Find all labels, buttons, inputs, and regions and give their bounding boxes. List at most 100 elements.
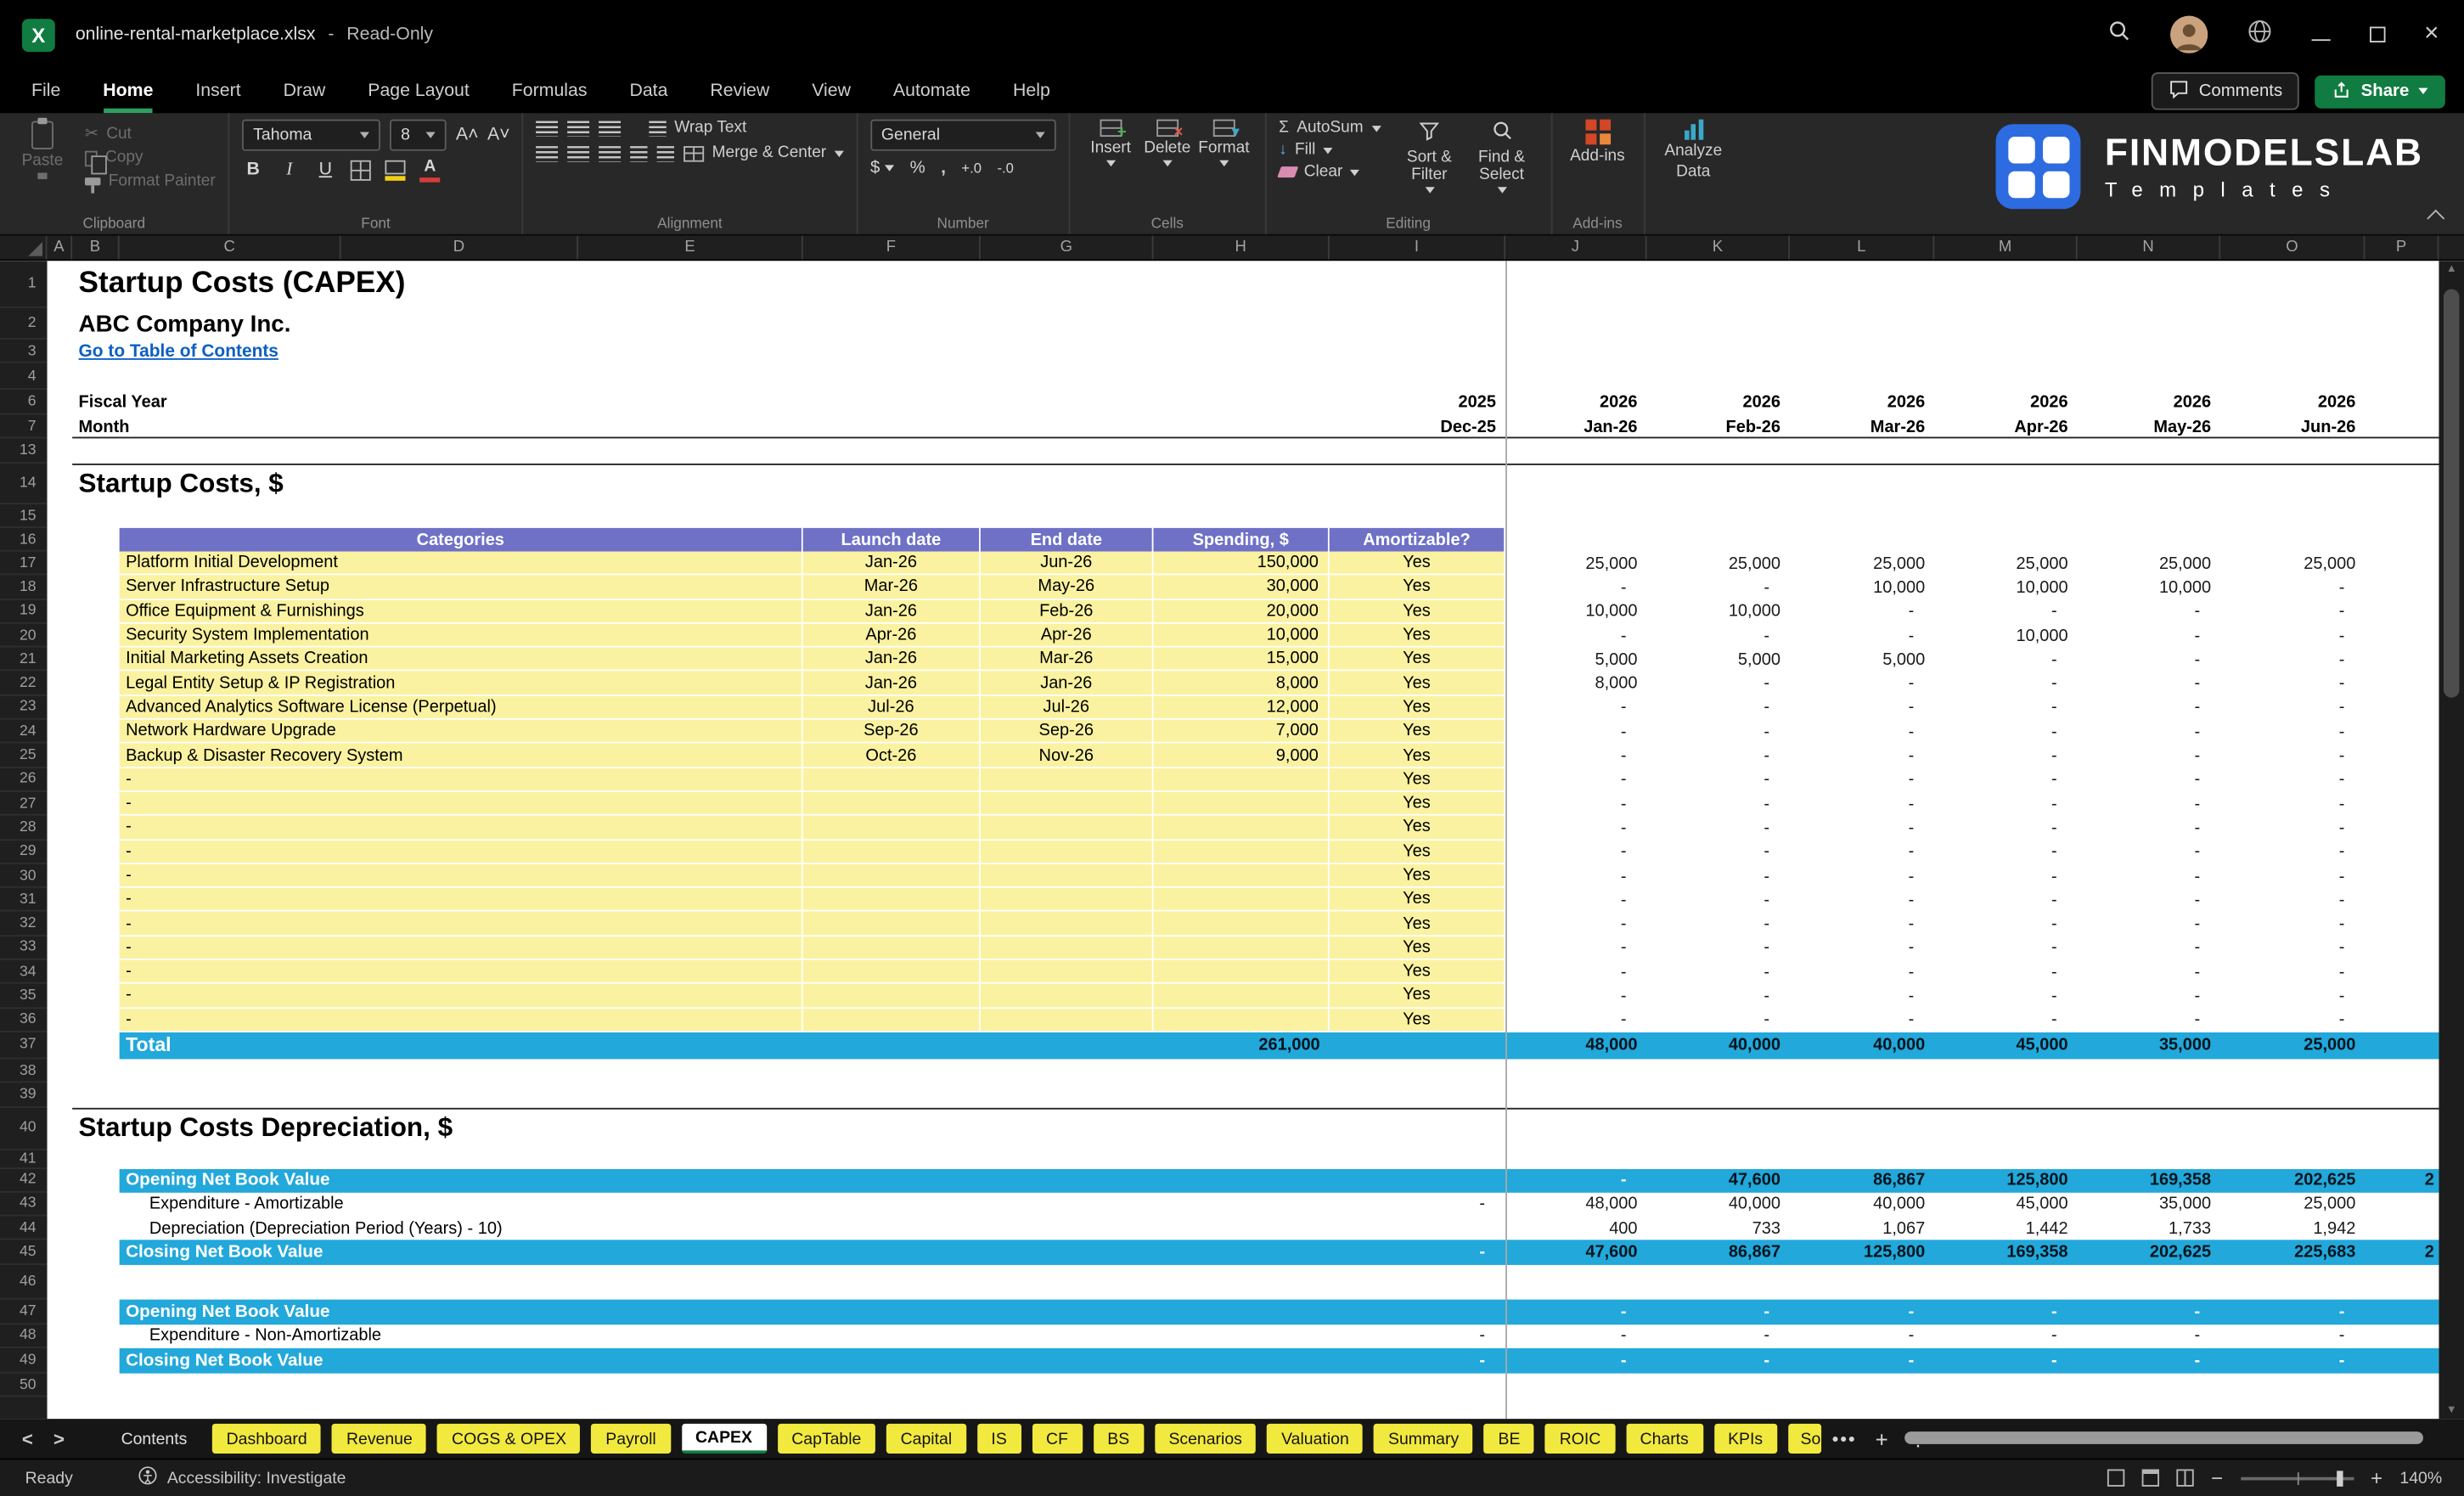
month-value-cell[interactable]: -: [1934, 792, 2077, 816]
month-value-cell[interactable]: -: [1934, 672, 2077, 695]
launch-date-cell[interactable]: Apr-26: [802, 623, 981, 648]
sheet-tab-contents[interactable]: Contents: [107, 1424, 201, 1454]
category-cell[interactable]: -: [119, 840, 803, 864]
month-value-cell[interactable]: -: [2078, 888, 2220, 912]
amortizable-cell[interactable]: Yes: [1329, 719, 1506, 745]
depreciation-value-cell[interactable]: -: [1790, 1300, 1934, 1324]
month-value-cell[interactable]: -: [1647, 768, 1790, 791]
row-header-41[interactable]: 41: [0, 1150, 48, 1169]
paste-button[interactable]: Paste: [13, 117, 72, 211]
spending-cell[interactable]: 7,000: [1153, 719, 1330, 745]
depreciation-value-cell[interactable]: -: [1330, 1348, 1505, 1374]
month-value-cell[interactable]: -: [1790, 768, 1934, 791]
month-value-cell[interactable]: -: [1790, 912, 1934, 936]
month-value-cell[interactable]: -: [1647, 984, 1790, 1008]
row-header-38[interactable]: 38: [0, 1059, 48, 1083]
end-date-cell[interactable]: [980, 1008, 1154, 1032]
spending-cell[interactable]: 10,000: [1153, 623, 1330, 648]
amortizable-cell[interactable]: Yes: [1329, 984, 1506, 1009]
end-date-cell[interactable]: Jul-26: [980, 695, 1154, 720]
depreciation-value-cell[interactable]: -: [1647, 1300, 1790, 1324]
end-date-cell[interactable]: [980, 791, 1154, 817]
month-value-cell[interactable]: 5,000: [1647, 648, 1790, 672]
depreciation-value-cell[interactable]: -: [1505, 1324, 1647, 1348]
row-header-49[interactable]: 49: [0, 1348, 48, 1374]
delete-cells-button[interactable]: × Delete: [1139, 119, 1195, 211]
month-value-cell[interactable]: -: [2078, 624, 2220, 648]
month-value-cell[interactable]: 10,000: [1934, 624, 2077, 648]
month-value-cell[interactable]: -: [1647, 888, 1790, 912]
month-value-cell[interactable]: -: [1647, 864, 1790, 888]
row-header-36[interactable]: 36: [0, 1009, 48, 1032]
depreciation-value-cell[interactable]: -: [1505, 1168, 1647, 1192]
month-value-cell[interactable]: -: [2220, 768, 2365, 791]
amortizable-cell[interactable]: Yes: [1329, 936, 1506, 960]
depreciation-value-cell[interactable]: 40,000: [1790, 1192, 1934, 1216]
month-value-cell[interactable]: -: [1647, 840, 1790, 863]
amortizable-cell[interactable]: Yes: [1329, 768, 1506, 792]
row-header-50[interactable]: 50: [0, 1374, 48, 1398]
depreciation-value-cell[interactable]: -: [2220, 1348, 2365, 1374]
spending-cell[interactable]: 12,000: [1153, 695, 1330, 720]
sheet-tab-dashboard[interactable]: Dashboard: [211, 1423, 322, 1454]
italic-button[interactable]: I: [278, 160, 301, 179]
underline-button[interactable]: U: [314, 160, 336, 179]
month-value-cell[interactable]: 5,000: [1790, 648, 1934, 672]
launch-date-cell[interactable]: Jan-26: [802, 551, 981, 576]
zoom-level[interactable]: 140%: [2399, 1469, 2442, 1488]
launch-date-cell[interactable]: [802, 816, 981, 841]
column-header-A[interactable]: A: [48, 235, 73, 260]
end-date-cell[interactable]: [980, 816, 1154, 841]
menu-insert[interactable]: Insert: [195, 69, 240, 113]
row-header-33[interactable]: 33: [0, 936, 48, 960]
month-value-cell[interactable]: -: [2078, 720, 2220, 744]
tabs-scroll-left-icon[interactable]: <: [22, 1427, 33, 1449]
depreciation-value-cell[interactable]: 45,000: [1934, 1192, 2077, 1216]
row-header-2[interactable]: 2: [0, 308, 48, 340]
sheet-tab-capital[interactable]: Capital: [886, 1423, 966, 1454]
font-color-button[interactable]: A: [419, 159, 441, 182]
column-header-E[interactable]: E: [578, 235, 803, 260]
more-sheets-icon[interactable]: •••: [1832, 1427, 1857, 1449]
category-cell[interactable]: -: [119, 936, 803, 960]
sort-filter-button[interactable]: Sort & Filter: [1393, 120, 1465, 211]
category-cell[interactable]: -: [119, 887, 803, 913]
column-header-M[interactable]: M: [1934, 235, 2078, 260]
sheet-tab-captable[interactable]: CapTable: [777, 1423, 876, 1454]
zoom-slider-thumb[interactable]: [2337, 1470, 2344, 1486]
row-header-43[interactable]: 43: [0, 1192, 48, 1217]
month-value-cell[interactable]: -: [1505, 888, 1647, 912]
depreciation-value-cell[interactable]: -: [2078, 1300, 2220, 1324]
month-value-cell[interactable]: -: [2220, 936, 2365, 960]
row-header-21[interactable]: 21: [0, 648, 48, 672]
month-value-cell[interactable]: -: [1647, 744, 1790, 768]
depreciation-value-cell[interactable]: 125,800: [1790, 1240, 1934, 1266]
bold-button[interactable]: B: [242, 160, 264, 179]
clear-button[interactable]: Clear: [1276, 163, 1381, 181]
month-value-cell[interactable]: -: [1934, 1009, 2077, 1032]
end-date-cell[interactable]: [980, 912, 1154, 936]
amortizable-cell[interactable]: Yes: [1329, 791, 1506, 817]
launch-date-cell[interactable]: [802, 863, 981, 888]
depreciation-value-cell[interactable]: -: [1934, 1324, 2077, 1348]
amortizable-cell[interactable]: Yes: [1329, 959, 1506, 985]
amortizable-cell[interactable]: Yes: [1329, 744, 1506, 768]
end-date-cell[interactable]: Sep-26: [980, 719, 1154, 745]
launch-date-cell[interactable]: [802, 840, 981, 864]
launch-date-cell[interactable]: Jan-26: [802, 647, 981, 672]
toc-link[interactable]: Go to Table of Contents: [72, 340, 1505, 363]
avatar[interactable]: [2169, 15, 2208, 53]
depreciation-value-cell[interactable]: 1,733: [2078, 1217, 2220, 1240]
month-value-cell[interactable]: 10,000: [1790, 576, 1934, 599]
depreciation-value-cell[interactable]: -: [1505, 1348, 1647, 1374]
zoom-slider[interactable]: [2240, 1470, 2354, 1486]
row-header-7[interactable]: 7: [0, 415, 48, 439]
vertical-scrollbar[interactable]: ▲ ▼: [2439, 261, 2464, 1420]
sheet-tab-cogs-opex[interactable]: COGS & OPEX: [437, 1423, 581, 1454]
autosum-button[interactable]: Σ AutoSum: [1279, 120, 1381, 137]
column-header-B[interactable]: B: [72, 235, 120, 260]
category-cell[interactable]: Network Hardware Upgrade: [119, 719, 803, 745]
column-header-J[interactable]: J: [1505, 235, 1647, 260]
total-month-value[interactable]: 35,000: [2078, 1032, 2220, 1059]
month-value-cell[interactable]: -: [1934, 840, 2077, 863]
